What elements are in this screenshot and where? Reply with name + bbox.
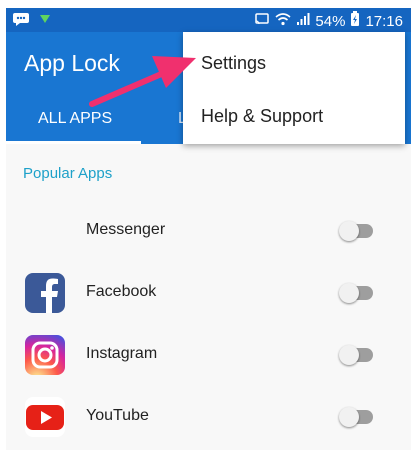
tab-all-apps[interactable]: ALL APPS [38,110,112,128]
app-name: Facebook [86,283,157,300]
lock-toggle[interactable] [339,345,375,365]
app-name: YouTube [86,407,149,424]
download-icon [38,12,52,31]
section-title-popular-apps: Popular Apps [23,165,113,182]
instagram-icon [25,335,65,375]
lock-toggle[interactable] [339,283,375,303]
status-left [12,12,52,31]
toggle-thumb [339,221,359,241]
list-item-youtube[interactable]: YouTube [6,385,411,447]
app-title: App Lock [24,50,120,76]
phone-screen: 54% 17:16 App Lock ALL APPS L Settings H… [6,8,411,450]
signal-icon [296,12,310,30]
list-item-facebook[interactable]: Facebook [6,261,411,323]
toggle-thumb [339,345,359,365]
lock-toggle[interactable] [339,407,375,427]
status-bar: 54% 17:16 [6,8,411,32]
list-item-instagram[interactable]: Instagram [6,323,411,385]
battery-percent: 54% [315,12,346,30]
clock: 17:16 [365,12,403,30]
youtube-icon [25,397,65,437]
toggle-thumb [339,283,359,303]
status-right: 54% 17:16 [254,11,403,31]
lock-toggle[interactable] [339,221,375,241]
battery-icon [350,11,360,31]
app-name: Instagram [86,345,158,362]
menu-item-help-support[interactable]: Help & Support [201,106,323,127]
list-item-messenger[interactable]: Messenger [6,199,411,261]
facebook-icon [25,273,65,313]
cast-icon [254,12,270,30]
toggle-thumb [339,407,359,427]
overflow-menu: Settings Help & Support [183,32,405,144]
menu-item-settings[interactable]: Settings [201,53,266,74]
screenshot-frame: 54% 17:16 App Lock ALL APPS L Settings H… [0,0,417,457]
wifi-icon [275,12,291,30]
message-icon [12,12,30,31]
app-name: Messenger [86,221,166,238]
